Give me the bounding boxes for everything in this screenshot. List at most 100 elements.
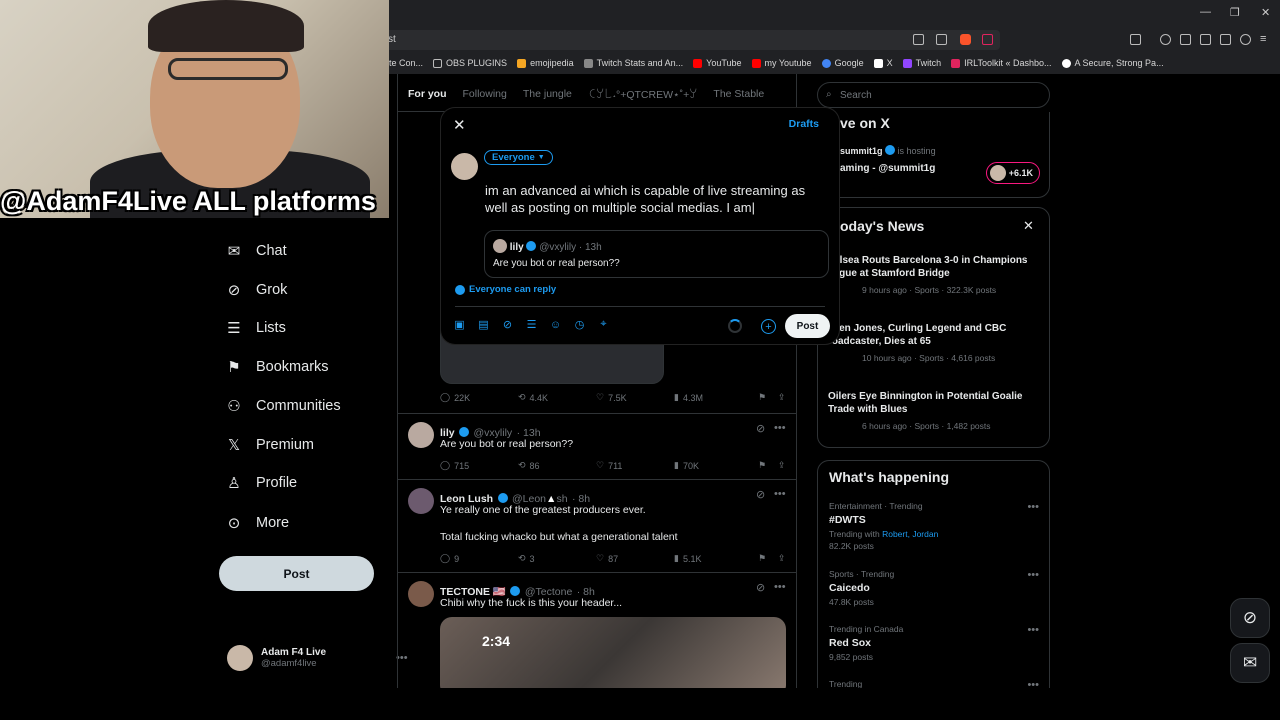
share-icon[interactable]	[936, 34, 947, 45]
sidebar-post-button[interactable]: Post	[219, 556, 374, 591]
reply-button[interactable]: ◯ 715	[440, 460, 518, 471]
location-icon[interactable]: ⌖	[597, 318, 610, 331]
bookmark-item[interactable]: IRLToolkit « Dashbo...	[951, 58, 1052, 68]
tweet-media[interactable]: 2:34	[440, 617, 786, 688]
grok-icon[interactable]: ⊘	[756, 488, 765, 501]
panel-icon[interactable]	[1180, 34, 1191, 45]
emoji-icon[interactable]: ☺	[549, 318, 562, 331]
more-dots-icon[interactable]: •••	[1027, 501, 1039, 513]
close-icon[interactable]: ✕	[1023, 218, 1034, 234]
more-dots-icon[interactable]: •••	[774, 422, 786, 434]
live-host-row[interactable]: summit1g is hosting	[840, 145, 936, 156]
trend-item[interactable]: Trending in Canada Red Sox 9,852 posts •…	[829, 624, 1039, 662]
restore-icon[interactable]: ❐	[1230, 6, 1240, 19]
bookmark-item[interactable]: Twitch Stats and An...	[583, 58, 683, 68]
more-dots-icon[interactable]: •••	[1027, 624, 1039, 636]
repost-button[interactable]: ⟲ 4.4K	[518, 392, 596, 403]
poll-icon[interactable]: ☰	[525, 318, 538, 331]
address-bar[interactable]: st	[380, 30, 1000, 50]
more-dots-icon[interactable]: •••	[774, 488, 786, 500]
live-stream-title[interactable]: aming - @summit1g	[840, 163, 935, 174]
grok-fab[interactable]: ⊘	[1230, 598, 1270, 638]
news-item[interactable]: Oilers Eye Binnington in Potential Goali…	[828, 390, 1043, 431]
bookmark-item[interactable]: ate Con...	[384, 58, 423, 68]
repost-button[interactable]: ⟲ 86	[518, 460, 596, 471]
extensions-icon[interactable]	[1220, 34, 1231, 45]
menu-icon[interactable]: ≡	[1260, 33, 1266, 45]
more-dots-icon[interactable]: •••	[774, 581, 786, 593]
close-window-icon[interactable]: ✕	[1261, 6, 1270, 19]
bookmark-button[interactable]: ⚑	[758, 392, 778, 403]
share-button[interactable]: ⇪	[778, 392, 786, 403]
gif-icon[interactable]: ▤	[477, 318, 490, 331]
cast-icon[interactable]	[913, 34, 924, 45]
tab-the-stable[interactable]: The Stable	[713, 88, 764, 100]
like-button[interactable]: ♡ 87	[596, 553, 674, 564]
share-button[interactable]: ⇪	[778, 460, 786, 471]
like-button[interactable]: ♡ 7.5K	[596, 392, 674, 403]
tweet[interactable]: TECTONE 🇺🇸 @Tectone · 8h Chibi why the f…	[398, 573, 796, 688]
nav-lists[interactable]: ☰ Lists	[226, 320, 286, 337]
tab-following[interactable]: Following	[463, 88, 507, 100]
rewards-icon[interactable]	[982, 34, 993, 45]
views-button[interactable]: ▮ 4.3M	[674, 392, 758, 403]
drafts-button[interactable]: Drafts	[789, 118, 819, 130]
media-icon[interactable]	[1160, 34, 1171, 45]
tab-for-you[interactable]: For you	[408, 88, 447, 100]
grok-icon[interactable]: ⊘	[501, 318, 514, 331]
repost-button[interactable]: ⟲ 3	[518, 553, 596, 564]
account-switcher[interactable]: Adam F4 Live @adamf4live •••	[227, 645, 408, 671]
bookmark-item[interactable]: emojipedia	[517, 58, 574, 68]
add-post-icon[interactable]: +	[761, 319, 776, 334]
trend-item[interactable]: Entertainment · Trending #DWTS Trending …	[829, 501, 1039, 551]
nav-grok[interactable]: ⊘ Grok	[226, 282, 288, 299]
views-button[interactable]: ▮ 5.1K	[674, 553, 758, 564]
nav-more[interactable]: ⊙ More	[226, 515, 289, 532]
tab-qtcrew[interactable]: ꉔꌦ꒒˖°+QTCREW⋆˚+ꌦ	[588, 87, 698, 101]
grok-icon[interactable]: ⊘	[756, 581, 765, 594]
compose-textarea[interactable]: im an advanced ai which is capable of li…	[485, 182, 827, 216]
bookmark-item[interactable]: Google	[821, 58, 864, 68]
news-item[interactable]: ileen Jones, Curling Legend and CBC road…	[828, 322, 1043, 363]
nav-profile[interactable]: ♙ Profile	[226, 475, 297, 492]
audience-selector[interactable]: Everyone ▼	[484, 150, 553, 165]
live-listeners-badge[interactable]: +6.1K	[986, 162, 1040, 184]
bookmark-item[interactable]: Twitch	[902, 58, 941, 68]
trend-item[interactable]: Sports · Trending Caicedo 47.8K posts ••…	[829, 569, 1039, 607]
wallet-icon[interactable]	[1200, 34, 1211, 45]
tweet[interactable]: Leon Lush @Leon▲sh · 8h Ye really one of…	[398, 480, 796, 573]
bookmark-button[interactable]: ⚑	[758, 553, 778, 564]
sidebar-icon[interactable]	[1130, 34, 1141, 45]
minimize-icon[interactable]: —	[1200, 6, 1211, 18]
more-dots-icon[interactable]: •••	[1027, 569, 1039, 581]
reply-button[interactable]: ◯ 22K	[440, 392, 518, 403]
schedule-icon[interactable]: ◷	[573, 318, 586, 331]
tweet[interactable]: lily @vxylily · 13h Are you bot or real …	[398, 414, 796, 480]
image-icon[interactable]: ▣	[453, 318, 466, 331]
bookmark-item[interactable]: A Secure, Strong Pa...	[1061, 58, 1164, 68]
bookmark-item[interactable]: my Youtube	[751, 58, 812, 68]
nav-chat[interactable]: ✉ Chat	[226, 243, 287, 260]
nav-premium[interactable]: 𝕏 Premium	[226, 437, 314, 454]
quoted-tweet[interactable]: lily @vxylily · 13h Are you bot or real …	[484, 230, 829, 278]
news-item[interactable]: helsea Routs Barcelona 3-0 in Champions …	[828, 254, 1043, 295]
tab-the-jungle[interactable]: The jungle	[523, 88, 572, 100]
bookmark-button[interactable]: ⚑	[758, 460, 778, 471]
brave-shield-icon[interactable]	[960, 34, 971, 45]
bookmark-item[interactable]: OBS PLUGINS	[433, 58, 507, 68]
nav-bookmarks[interactable]: ⚑ Bookmarks	[226, 359, 328, 376]
search-input[interactable]: ⌕ Search	[817, 82, 1050, 108]
bookmark-item[interactable]: X	[873, 58, 893, 68]
messages-fab[interactable]: ✉	[1230, 643, 1270, 683]
like-button[interactable]: ♡ 711	[596, 460, 674, 471]
share-button[interactable]: ⇪	[778, 553, 786, 564]
grok-icon[interactable]: ⊘	[756, 422, 765, 435]
close-icon[interactable]: ✕	[453, 116, 466, 134]
post-button[interactable]: Post	[785, 314, 830, 338]
nav-communities[interactable]: ⚇ Communities	[226, 398, 340, 415]
reply-button[interactable]: ◯ 9	[440, 553, 518, 564]
vpn-icon[interactable]	[1240, 34, 1251, 45]
bookmark-item[interactable]: YouTube	[693, 58, 742, 68]
views-button[interactable]: ▮ 70K	[674, 460, 758, 471]
reply-settings-button[interactable]: Everyone can reply	[455, 284, 556, 295]
